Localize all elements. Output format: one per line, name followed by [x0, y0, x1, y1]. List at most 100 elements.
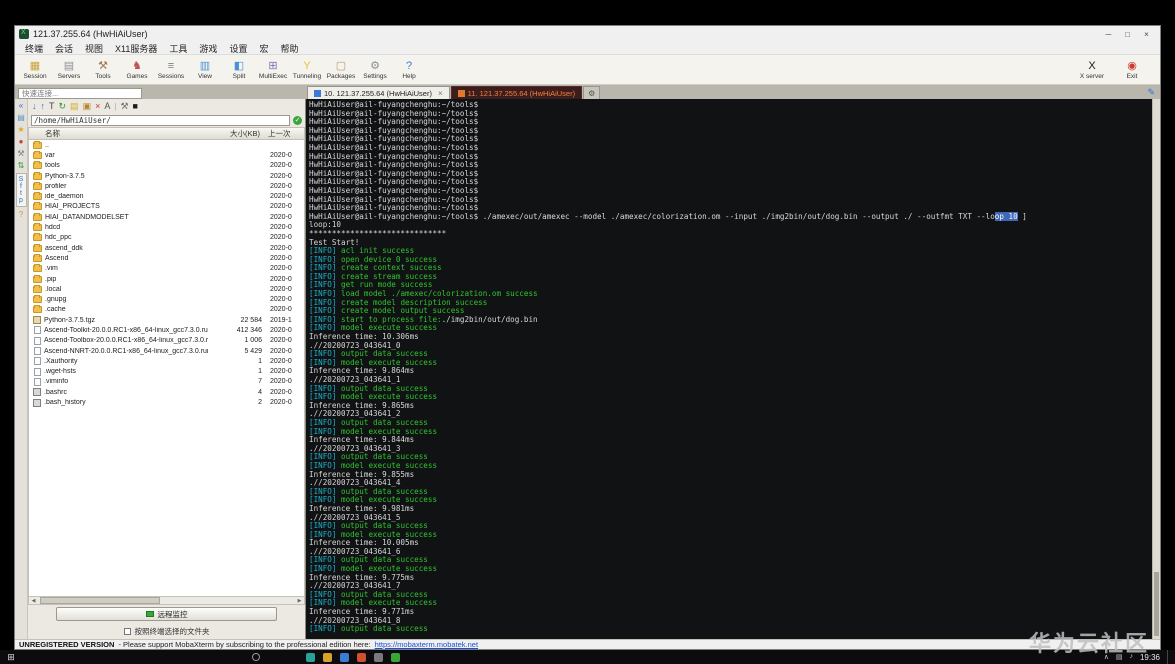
file-list-header[interactable]: 名称 大小(KB) 上一次 [28, 127, 305, 140]
help-button[interactable]: ? Help [392, 59, 426, 80]
tab-close-icon[interactable]: × [438, 89, 443, 98]
terminal-follow-icon[interactable]: T [49, 100, 55, 112]
file-row[interactable]: HIAI_DATANDMODELSET 2020-0 [29, 212, 304, 222]
menu-item[interactable]: X11服务器 [109, 42, 163, 55]
tools-button[interactable]: ⚒ Tools [86, 59, 120, 80]
sidebar-tab-sftp[interactable]: Sftp [15, 173, 27, 207]
file-row[interactable]: .wget-hsts 1 2020-0 [29, 367, 304, 377]
terminal-panel[interactable]: HwHiAiUser@ail-fuyangchenghu:~/tools$ HwH… [306, 99, 1160, 639]
scroll-left-icon[interactable]: ◀ [29, 598, 38, 604]
menu-item[interactable]: 宏 [253, 42, 274, 55]
terminal-tab-2[interactable]: 11. 121.37.255.64 (HwHiAiUser) [450, 86, 583, 99]
file-row[interactable]: Python-3.7.5.tgz 22 584 2019-1 [29, 315, 304, 325]
taskbar-app-4[interactable] [357, 652, 366, 662]
file-row[interactable]: hdc_ppc 2020-0 [29, 233, 304, 243]
menu-item[interactable]: 游戏 [193, 42, 223, 55]
star-icon[interactable]: ★ [17, 125, 24, 134]
file-row[interactable]: .gnupg 2020-0 [29, 294, 304, 304]
terminal-output[interactable]: HwHiAiUser@ail-fuyangchenghu:~/tools$ HwH… [306, 99, 1152, 639]
mobatek-link[interactable]: https://mobaxterm.mobatek.net [375, 640, 478, 649]
view-button[interactable]: ▥ View [188, 59, 222, 80]
scroll-thumb[interactable] [40, 597, 160, 604]
font-icon[interactable]: A [104, 100, 110, 112]
games-button[interactable]: ♞ Games [120, 59, 154, 80]
exit-button[interactable]: ◉ Exit [1115, 59, 1149, 80]
sessions-button[interactable]: ≡ Sessions [154, 59, 188, 80]
file-row[interactable]: .viminfo 7 2020-0 [29, 377, 304, 387]
menu-item[interactable]: 会话 [49, 42, 79, 55]
servers-icon[interactable]: ▤ [17, 113, 25, 122]
file-row[interactable]: Ascend-Toolkit-20.0.0.RC1-x86_64-linux_g… [29, 325, 304, 335]
collapse-icon[interactable]: « [19, 101, 23, 110]
file-list-hscrollbar[interactable]: ◀ ▶ [28, 596, 305, 605]
servers-button[interactable]: ▤ Servers [52, 59, 86, 80]
new-folder-icon[interactable]: ▤ [70, 100, 79, 112]
refresh-icon[interactable]: ↻ [59, 100, 67, 112]
maximize-button[interactable]: □ [1118, 28, 1137, 41]
menu-item[interactable]: 帮助 [274, 42, 304, 55]
scroll-right-icon[interactable]: ▶ [295, 598, 304, 604]
transfer-icon[interactable]: ⇅ [18, 161, 25, 170]
help-icon[interactable]: ? [19, 210, 23, 219]
packages-button[interactable]: ▢ Packages [324, 59, 358, 80]
file-row[interactable]: .. [29, 140, 304, 150]
close-button[interactable]: × [1137, 28, 1156, 41]
file-row[interactable]: hdcd 2020-0 [29, 222, 304, 232]
taskbar-app-3[interactable] [340, 652, 349, 662]
file-row[interactable]: Ascend-NNRT-20.0.0.RC1-x86_64-linux_gcc7… [29, 346, 304, 356]
file-row[interactable]: .local 2020-0 [29, 284, 304, 294]
show-desktop-button[interactable] [1167, 650, 1171, 664]
edit-tab-icon[interactable]: ✎ [1142, 87, 1160, 98]
settings-button[interactable]: ⚙ Settings [358, 59, 392, 80]
tab-settings[interactable]: ⚙ [583, 86, 601, 99]
quick-connect-input[interactable] [18, 88, 142, 99]
tunneling-button[interactable]: Y Tunneling [290, 59, 324, 80]
path-input[interactable] [31, 114, 290, 126]
wrench-icon[interactable]: ⚒ [120, 100, 128, 112]
tools-icon[interactable]: ⚒ [17, 149, 24, 158]
upload-icon[interactable]: ↑ [41, 100, 46, 112]
terminal-scroll-thumb[interactable] [1154, 572, 1159, 636]
file-row[interactable]: .vim 2020-0 [29, 264, 304, 274]
menu-item[interactable]: 视图 [79, 42, 109, 55]
taskbar-app-2[interactable] [323, 652, 332, 662]
file-row[interactable]: HIAI_PROJECTS 2020-0 [29, 202, 304, 212]
terminal-tab-1[interactable]: 10. 121.37.255.64 (HwHiAiUser) × [307, 86, 450, 99]
file-row[interactable]: ide_daemon 2020-0 [29, 191, 304, 201]
file-row[interactable]: .bash_history 2 2020-0 [29, 397, 304, 407]
start-button[interactable]: ⊞ [0, 652, 22, 663]
file-row[interactable]: .pip 2020-0 [29, 274, 304, 284]
file-row[interactable]: .bashrc 4 2020-0 [29, 387, 304, 397]
file-row[interactable]: ascend_ddk 2020-0 [29, 243, 304, 253]
column-date[interactable]: 上一次 [260, 128, 304, 139]
remote-monitor-button[interactable]: 远程监控 [56, 607, 277, 621]
copy-icon[interactable]: ▣ [83, 100, 92, 112]
file-row[interactable]: .Xauthority 1 2020-0 [29, 356, 304, 366]
file-row[interactable]: tools 2020-0 [29, 161, 304, 171]
x-server-button[interactable]: XX server [1075, 59, 1109, 80]
column-name[interactable]: 名称 [29, 128, 202, 139]
stop-icon[interactable]: ■ [133, 100, 138, 112]
macros-icon[interactable]: ● [19, 137, 24, 146]
file-row[interactable]: profiler 2020-0 [29, 181, 304, 191]
split-button[interactable]: ◧ Split [222, 59, 256, 80]
download-icon[interactable]: ↓ [32, 100, 37, 112]
taskbar-app-5[interactable] [374, 652, 383, 662]
menu-item[interactable]: 工具 [163, 42, 193, 55]
taskbar-app-6[interactable] [391, 652, 400, 662]
delete-icon[interactable]: × [95, 100, 100, 112]
file-row[interactable]: Python-3.7.5 2020-0 [29, 171, 304, 181]
file-row[interactable]: Ascend-Toolbox-20.0.0.RC1-x86_64-linux_g… [29, 336, 304, 346]
file-row[interactable]: .cache 2020-0 [29, 305, 304, 315]
search-icon[interactable] [252, 653, 260, 661]
multiexec-button[interactable]: ⊞ MultiExec [256, 59, 290, 80]
minimize-button[interactable]: ─ [1099, 28, 1118, 41]
menu-item[interactable]: 设置 [223, 42, 253, 55]
session-button[interactable]: ▦ Session [18, 59, 52, 80]
taskbar-app-1[interactable] [306, 652, 315, 662]
terminal-scrollbar[interactable] [1152, 99, 1160, 639]
file-row[interactable]: var 2020-0 [29, 150, 304, 160]
file-row[interactable]: Ascend 2020-0 [29, 253, 304, 263]
follow-terminal-checkbox[interactable] [123, 627, 131, 635]
menu-item[interactable]: 终端 [19, 42, 49, 55]
